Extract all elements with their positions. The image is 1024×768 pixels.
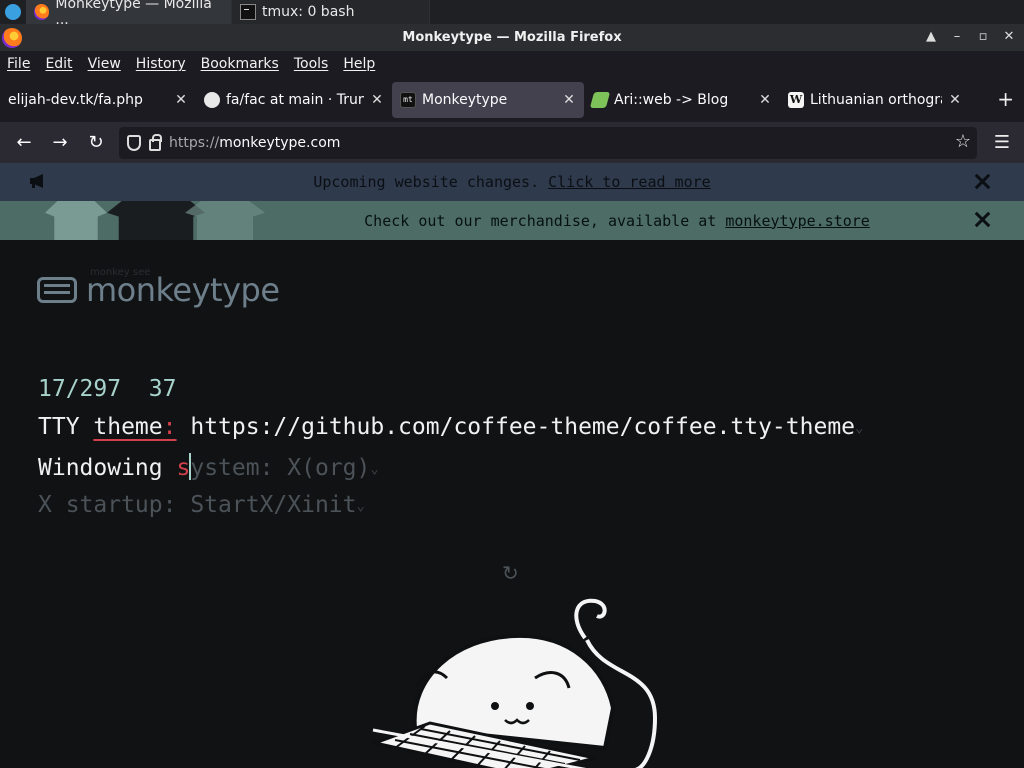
notice-website-changes: Upcoming website changes. Click to read … [0, 163, 1024, 201]
pending-word: X startup: StartX/Xinit [38, 492, 357, 518]
taskbar: Monkeytype — Mozilla ... tmux: 0 bash [0, 0, 1024, 28]
menu-bookmarks[interactable]: Bookmarks [201, 56, 279, 72]
minimize-icon[interactable]: – [948, 28, 966, 46]
menu-view[interactable]: View [88, 56, 121, 72]
bookmark-star-icon[interactable]: ☆ [955, 131, 971, 152]
chevron-down-icon: ⌄ [356, 498, 365, 514]
tab-ari-web[interactable]: Ari::web -> Blog ✕ [584, 82, 780, 118]
ari-icon [589, 91, 611, 108]
megaphone-icon [30, 174, 43, 188]
monkey-typing-illustration [369, 598, 658, 768]
back-icon[interactable]: ← [6, 128, 42, 158]
typed-word: https://github.com/coffee-theme/coffee.t… [176, 414, 856, 440]
merch-shirt-image [45, 201, 107, 240]
menu-history[interactable]: History [136, 56, 186, 72]
tab-label: Monkeytype [422, 91, 508, 108]
notice-link[interactable]: monkeytype.store [725, 212, 870, 230]
typed-word: TTY [38, 414, 94, 440]
url-bar[interactable]: https://monkeytype.com ☆ [119, 127, 977, 159]
keep-above-icon[interactable]: ▲ [922, 28, 940, 46]
reload-icon[interactable]: ↻ [78, 128, 114, 158]
menu-bar: File Edit View History Bookmarks Tools H… [0, 51, 1024, 77]
monkeytype-logo[interactable]: monkeytype [37, 271, 280, 309]
menu-hamburger-icon[interactable]: ☰ [994, 132, 1010, 153]
menu-tools[interactable]: Tools [294, 56, 329, 72]
notice-link[interactable]: Click to read more [548, 173, 711, 191]
menu-edit[interactable]: Edit [45, 56, 72, 72]
close-icon[interactable] [974, 173, 990, 189]
wikipedia-icon: W [788, 91, 804, 108]
close-icon[interactable]: ✕ [370, 92, 384, 108]
navigation-bar: ← → ↻ https://monkeytype.com ☆ ☰ [0, 122, 1024, 163]
notice-text: Check out our merchandise, available at [364, 211, 717, 230]
merch-shirt-image [185, 201, 265, 240]
menu-help[interactable]: Help [343, 56, 375, 72]
word-progress: 17/297 [38, 376, 122, 402]
shield-icon[interactable] [127, 135, 141, 151]
monkeytype-icon: mt [400, 91, 416, 108]
live-wpm: 37 [148, 376, 177, 402]
pending-word: ystem: X(org) [190, 455, 371, 481]
test-live-stats: 17/297 37 [38, 376, 177, 402]
tab-github[interactable]: fa/fac at main · Trunc ✕ [196, 82, 392, 118]
maximize-icon[interactable]: ▫ [974, 28, 992, 46]
taskbar-task-terminal[interactable]: tmux: 0 bash [232, 0, 430, 24]
chevron-down-icon: ⌄ [855, 420, 864, 436]
new-tab-icon[interactable]: + [997, 87, 1014, 111]
logo-text: monkeytype [86, 271, 280, 309]
error-word: theme: [93, 414, 177, 440]
page-content: Upcoming website changes. Click to read … [0, 163, 1024, 768]
notice-text: Upcoming website changes. [313, 173, 540, 191]
forward-icon[interactable]: → [42, 128, 78, 158]
firefox-icon [34, 4, 50, 20]
restart-test-icon[interactable]: ↻ [502, 561, 519, 585]
chevron-down-icon: ⌄ [370, 461, 379, 477]
close-icon[interactable]: ✕ [1000, 28, 1018, 46]
words-line: TTY theme: https://github.com/coffee-the… [38, 414, 863, 440]
notice-merch: Check out our merchandise, available at … [0, 201, 1024, 240]
tab-label: Ari::web -> Blog [614, 91, 729, 108]
words-line: X startup: StartX/Xinit⌄ [38, 492, 365, 518]
tab-label: Lithuanian orthograp [810, 91, 942, 108]
tab-monkeytype[interactable]: mt Monkeytype ✕ [392, 81, 584, 118]
url-text[interactable]: https://monkeytype.com [169, 135, 340, 151]
tab-bar: elijah-dev.tk/fa.php ✕ fa/fac at main · … [0, 77, 1024, 122]
close-icon[interactable]: ✕ [174, 92, 188, 108]
taskbar-task-label: tmux: 0 bash [262, 4, 355, 20]
error-letter: s [176, 455, 191, 481]
start-menu-button[interactable] [0, 0, 26, 24]
tab-label: fa/fac at main · Trunc [226, 91, 364, 108]
close-icon[interactable]: ✕ [758, 92, 772, 108]
close-icon[interactable] [974, 211, 990, 227]
taskbar-task-firefox[interactable]: Monkeytype — Mozilla ... [26, 0, 232, 28]
merch-shirt-image [107, 201, 205, 240]
github-icon [204, 91, 220, 108]
start-menu-icon [5, 4, 21, 20]
window-title: Monkeytype — Mozilla Firefox [402, 30, 622, 45]
keyboard-icon [37, 277, 77, 303]
tab-wikipedia[interactable]: W Lithuanian orthograp ✕ [780, 82, 970, 118]
terminal-icon [240, 4, 256, 20]
typed-word: Windowing [38, 455, 177, 481]
tab-elijah-dev[interactable]: elijah-dev.tk/fa.php ✕ [0, 82, 196, 118]
close-icon[interactable]: ✕ [562, 92, 576, 108]
close-icon[interactable]: ✕ [948, 92, 962, 108]
tab-label: elijah-dev.tk/fa.php [8, 91, 143, 108]
words-line: Windowing system: X(org)⌄ [38, 453, 379, 481]
menu-file[interactable]: File [7, 56, 30, 72]
window-titlebar: Monkeytype — Mozilla Firefox ▲ – ▫ ✕ [0, 24, 1024, 51]
lock-icon[interactable] [149, 133, 162, 151]
